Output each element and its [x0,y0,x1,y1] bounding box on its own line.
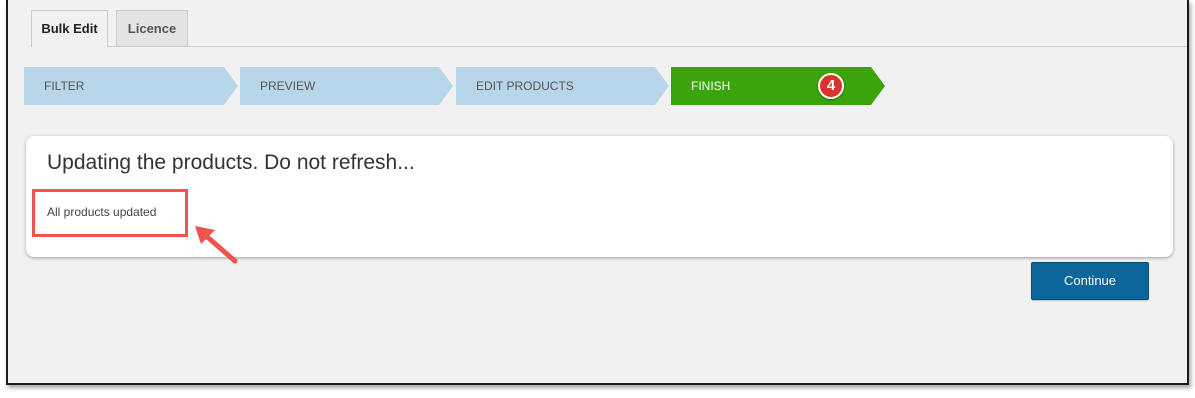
tab-divider [31,46,1187,47]
plugin-frame: Bulk Edit Licence FILTER PREVIEW EDIT PR… [6,0,1189,385]
annotation-arrow-icon [195,226,238,264]
step-filter[interactable]: FILTER [24,67,238,105]
tab-licence[interactable]: Licence [116,10,188,46]
step-edit-products[interactable]: EDIT PRODUCTS [456,67,669,105]
step-number-badge: 4 [818,73,844,99]
annotation-highlight-box [32,189,188,237]
tab-bulk-edit[interactable]: Bulk Edit [31,10,108,47]
step-preview[interactable]: PREVIEW [240,67,453,105]
step-finish[interactable]: FINISH [671,67,885,105]
continue-button[interactable]: Continue [1031,262,1149,300]
panel-title: Updating the products. Do not refresh... [47,151,415,174]
